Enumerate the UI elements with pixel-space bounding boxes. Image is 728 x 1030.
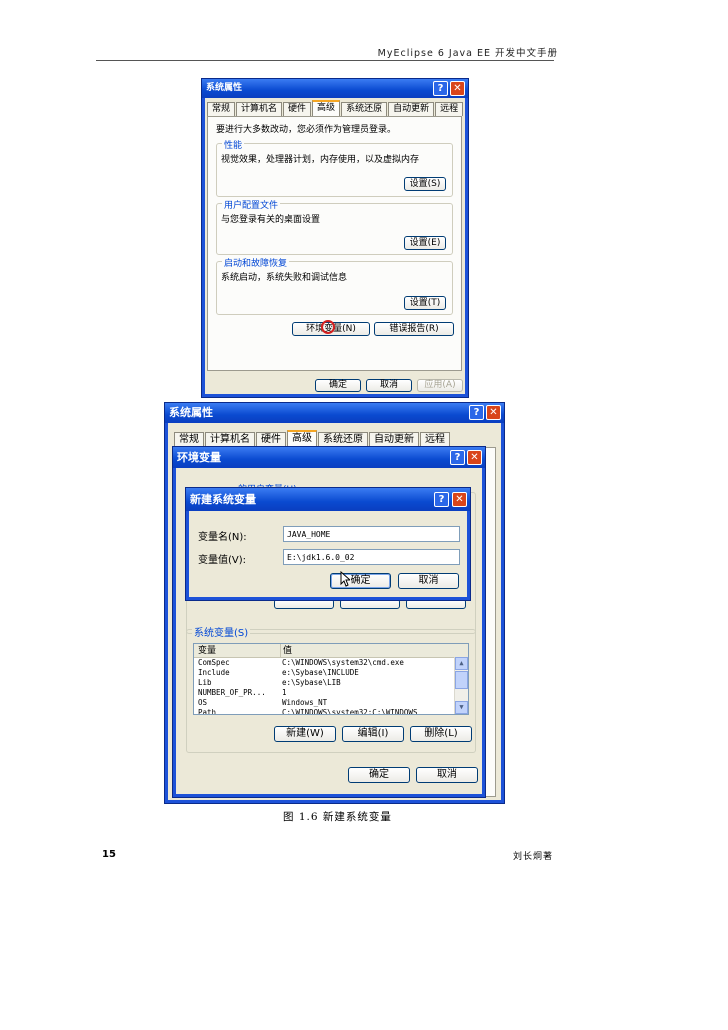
tab-general[interactable]: 常规	[207, 102, 236, 116]
user-profiles-label: 用户配置文件	[222, 198, 281, 211]
var-name-cell: Include	[198, 668, 230, 677]
window-title-2: 系统属性	[169, 406, 213, 419]
performance-desc: 视觉效果，处理器计划，内存使用，以及虚拟内存	[221, 155, 420, 165]
cancel-button[interactable]: 取消	[366, 379, 412, 392]
tab-hardware[interactable]: 硬件	[283, 102, 312, 116]
table-row[interactable]: NUMBER_OF_PR... 1	[194, 688, 468, 698]
new-var-window-title: 新建系统变量	[190, 493, 256, 506]
tab-remote-2[interactable]: 远程	[420, 432, 450, 446]
var-value-cell: C:\WINDOWS\system32\cmd.exe	[282, 658, 404, 667]
startup-recovery-desc: 系统启动，系统失败和调试信息	[221, 273, 348, 283]
tab-pane: 要进行大多数改动，您必须作为管理员登录。 性能 视觉效果，处理器计划，内存使用，…	[207, 116, 462, 371]
scroll-up-icon[interactable]: ▲	[455, 657, 468, 670]
figure-caption: 图 1.6 新建系统变量	[283, 811, 392, 823]
env-cancel-button[interactable]: 取消	[416, 767, 478, 783]
env-close-icon[interactable]: ✕	[467, 450, 482, 465]
ok-button[interactable]: 确定	[315, 379, 361, 392]
system-vars-label: 系统变量(S)	[192, 624, 251, 639]
help-icon-2[interactable]: ?	[469, 405, 484, 420]
table-row[interactable]: ComSpec C:\WINDOWS\system32\cmd.exe	[194, 658, 468, 668]
variable-value-input[interactable]: E:\jdk1.6.0_02	[283, 549, 460, 565]
window-title: 系统属性	[206, 83, 243, 93]
col-variable-header[interactable]: 变量	[194, 644, 281, 657]
performance-group: 性能 视觉效果，处理器计划，内存使用，以及虚拟内存 设置(S)	[216, 138, 453, 197]
tab-strip-2: 常规 计算机名 硬件 高级 系统还原 自动更新 远程	[174, 430, 451, 447]
variable-name-input[interactable]: JAVA_HOME	[283, 526, 460, 542]
tab-advanced[interactable]: 高级	[312, 100, 341, 117]
new-var-cancel-button[interactable]: 取消	[398, 573, 459, 589]
var-value-cell: e:\Sybase\INCLUDE	[282, 668, 359, 677]
env-ok-button[interactable]: 确定	[348, 767, 410, 783]
mouse-cursor-icon	[340, 570, 352, 587]
help-icon[interactable]: ?	[433, 81, 448, 96]
var-name-cell: Lib	[198, 678, 212, 687]
env-window-title: 环境变量	[177, 451, 221, 464]
header-rule	[96, 60, 554, 61]
tab-system-restore-2[interactable]: 系统还原	[318, 432, 368, 446]
new-var-help-icon[interactable]: ?	[434, 492, 449, 507]
var-value-cell: Windows_NT	[282, 698, 328, 707]
var-value-cell: C:\WINDOWS\system32;C:\WINDOWS	[282, 708, 418, 714]
apply-button: 应用(A)	[417, 379, 463, 392]
system-new-button[interactable]: 新建(W)	[274, 726, 336, 742]
user-profiles-desc: 与您登录有关的桌面设置	[221, 215, 321, 225]
window-client: 常规 计算机名 硬件 高级 系统还原 自动更新 远程 要进行大多数改动，您必须作…	[205, 98, 465, 394]
tab-advanced-2[interactable]: 高级	[287, 430, 317, 447]
tab-system-restore[interactable]: 系统还原	[341, 102, 388, 116]
startup-recovery-group: 启动和故障恢复 系统启动，系统失败和调试信息 设置(T)	[216, 256, 453, 315]
table-row[interactable]: Path C:\WINDOWS\system32;C:\WINDOWS	[194, 708, 468, 714]
title-bar: 系统属性 ? ✕	[202, 79, 468, 98]
startup-recovery-label: 启动和故障恢复	[222, 256, 290, 269]
var-name-cell: ComSpec	[198, 658, 230, 667]
system-edit-button[interactable]: 编辑(I)	[342, 726, 404, 742]
user-profiles-group: 用户配置文件 与您登录有关的桌面设置 设置(E)	[216, 198, 453, 255]
table-row[interactable]: OS Windows_NT	[194, 698, 468, 708]
error-reporting-button[interactable]: 错误报告(R)	[374, 322, 454, 336]
close-icon-2[interactable]: ✕	[486, 405, 501, 420]
system-vars-table[interactable]: 变量 值 ComSpec C:\WINDOWS\system32\cmd.exe…	[193, 643, 469, 715]
close-icon[interactable]: ✕	[450, 81, 465, 96]
title-bar-2: 系统属性 ? ✕	[165, 403, 504, 423]
env-title-bar: 环境变量 ? ✕	[173, 447, 485, 468]
variable-value-label: 变量值(V):	[198, 555, 247, 566]
page-number: 15	[102, 849, 116, 860]
tab-auto-update[interactable]: 自动更新	[388, 102, 435, 116]
performance-settings-button[interactable]: 设置(S)	[404, 177, 446, 191]
system-properties-window: 系统属性 ? ✕ 常规 计算机名 硬件 高级 系统还原 自动更新 远程 要进行大…	[201, 78, 469, 398]
var-value-cell: e:\Sybase\LIB	[282, 678, 341, 687]
col-value-header[interactable]: 值	[281, 644, 468, 657]
scroll-down-icon[interactable]: ▼	[455, 701, 468, 714]
new-var-client: 变量名(N): JAVA_HOME 变量值(V): E:\jdk1.6.0_02…	[189, 511, 467, 597]
author-credit: 刘长炯著	[513, 852, 554, 862]
cursor-highlight-circle	[321, 320, 335, 334]
var-name-cell: Path	[198, 708, 217, 714]
tab-general-2[interactable]: 常规	[174, 432, 204, 446]
tab-computer-name[interactable]: 计算机名	[236, 102, 283, 116]
admin-notice: 要进行大多数改动，您必须作为管理员登录。	[216, 125, 397, 135]
table-header: 变量 值	[194, 644, 468, 658]
tab-auto-update-2[interactable]: 自动更新	[369, 432, 419, 446]
system-delete-button[interactable]: 删除(L)	[410, 726, 472, 742]
table-row[interactable]: Include e:\Sybase\INCLUDE	[194, 668, 468, 678]
new-var-close-icon[interactable]: ✕	[452, 492, 467, 507]
env-help-icon[interactable]: ?	[450, 450, 465, 465]
performance-label: 性能	[222, 138, 245, 151]
new-var-title-bar: 新建系统变量 ? ✕	[186, 488, 470, 511]
tab-computer-name-2[interactable]: 计算机名	[205, 432, 255, 446]
user-profiles-settings-button[interactable]: 设置(E)	[404, 236, 446, 250]
variable-name-label: 变量名(N):	[198, 532, 247, 543]
var-value-cell: 1	[282, 688, 287, 697]
scroll-thumb[interactable]	[455, 671, 468, 689]
table-row[interactable]: Lib e:\Sybase\LIB	[194, 678, 468, 688]
table-scrollbar[interactable]: ▲ ▼	[454, 657, 468, 714]
var-name-cell: NUMBER_OF_PR...	[198, 688, 266, 697]
tab-hardware-2[interactable]: 硬件	[256, 432, 286, 446]
startup-settings-button[interactable]: 设置(T)	[404, 296, 446, 310]
var-name-cell: OS	[198, 698, 208, 707]
tab-remote[interactable]: 远程	[435, 102, 464, 116]
tab-strip: 常规 计算机名 硬件 高级 系统还原 自动更新 远程	[207, 100, 464, 117]
new-system-variable-window: 新建系统变量 ? ✕ 变量名(N): JAVA_HOME 变量值(V): E:\…	[185, 487, 471, 601]
page-header-title: MyEclipse 6 Java EE 开发中文手册	[377, 48, 558, 59]
